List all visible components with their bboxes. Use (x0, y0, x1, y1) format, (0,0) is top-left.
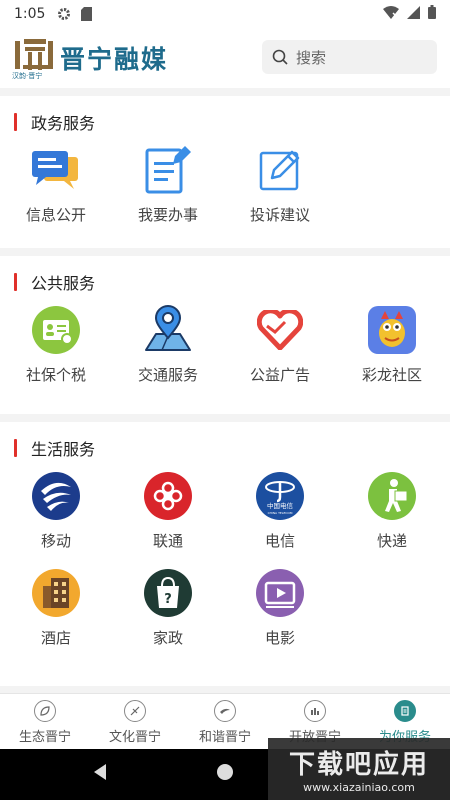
service-hotel[interactable]: 酒店 (0, 567, 112, 648)
china-telecom-icon: 中国电信 CHINA TELECOM (254, 470, 306, 522)
tab-harmony-jinning[interactable]: 和谐晋宁 (180, 694, 270, 749)
service-china-unicom[interactable]: 联通 (112, 470, 224, 551)
status-bar: 1:05 (0, 0, 450, 28)
service-label: 交通服务 (137, 366, 198, 384)
tab-label: 生态晋宁 (18, 730, 71, 745)
section-title-text: 生活服务 (31, 440, 96, 459)
status-time: 1:05 (14, 6, 46, 22)
service-label: 社保个税 (25, 366, 86, 384)
search-icon (272, 49, 288, 65)
social-security-icon (30, 304, 82, 356)
service-info-disclosure[interactable]: 信息公开 (0, 144, 112, 225)
search-box[interactable]: 搜索 (262, 40, 437, 74)
tab-culture-jinning[interactable]: 文化晋宁 (90, 694, 180, 749)
community-icon (366, 304, 418, 356)
watermark-logo: 下载吧应用 www.xiazainiao.com (268, 738, 450, 800)
signal-icon (407, 5, 420, 23)
tab-label: 和谐晋宁 (198, 730, 251, 745)
eco-icon (34, 700, 56, 722)
service-tab-icon (394, 700, 416, 722)
search-placeholder: 搜索 (296, 48, 327, 67)
service-handle-affairs[interactable]: 我要办事 (112, 144, 224, 225)
service-label: 联通 (152, 532, 183, 550)
service-label: 电信 (264, 532, 295, 550)
service-label: 快递 (376, 532, 407, 550)
settings-status-icon (57, 7, 71, 21)
back-button[interactable] (92, 763, 108, 785)
section-bar (14, 439, 17, 457)
app-name: 晋宁融媒 (60, 45, 169, 74)
tab-label: 文化晋宁 (108, 730, 161, 745)
section-bar (14, 273, 17, 291)
service-charity[interactable]: 公益广告 (224, 304, 336, 385)
home-button[interactable] (216, 763, 234, 785)
app-header: 汉韵·晋宁 晋宁融媒 搜索 (0, 28, 450, 88)
hotel-icon (30, 567, 82, 619)
section-title-text: 公共服务 (31, 274, 96, 293)
section-government-services: 政务服务 信息公开 我要办事 投诉建议 (0, 96, 450, 248)
tab-eco-jinning[interactable]: 生态晋宁 (0, 694, 90, 749)
service-label: 酒店 (40, 629, 71, 647)
watermark-title: 下载吧应用 (288, 750, 429, 780)
culture-icon (124, 700, 146, 722)
service-express[interactable]: 快递 (336, 470, 448, 551)
watermark-url: www.xiazainiao.com (303, 781, 415, 794)
battery-icon (428, 5, 436, 23)
sd-card-icon (81, 7, 93, 21)
service-label: 我要办事 (137, 206, 198, 224)
service-china-telecom[interactable]: 中国电信 CHINA TELECOM 电信 (224, 470, 336, 551)
wifi-icon (383, 5, 399, 23)
service-movie[interactable]: 电影 (224, 567, 336, 648)
china-mobile-icon (30, 470, 82, 522)
logo-mark-icon: 汉韵·晋宁 (12, 37, 56, 80)
service-social-security[interactable]: 社保个税 (0, 304, 112, 385)
logo-subtext: 汉韵·晋宁 (12, 72, 43, 80)
section-title-text: 政务服务 (31, 114, 96, 133)
service-label: 投诉建议 (249, 206, 310, 224)
service-label: 信息公开 (25, 206, 86, 224)
service-china-mobile[interactable]: 移动 (0, 470, 112, 551)
section-life-services: 生活服务 移动 联通 中国电信 CHINA TELECOM 电信 快递 酒店 ?… (0, 422, 450, 686)
info-disclosure-icon (30, 144, 82, 196)
service-label: 家政 (152, 629, 183, 647)
complaint-icon (254, 144, 306, 196)
svg-text:?: ? (164, 592, 172, 607)
service-label: 移动 (40, 532, 71, 550)
service-traffic[interactable]: 交通服务 (112, 304, 224, 385)
telecom-logo-en: CHINA TELECOM (268, 511, 293, 515)
section-title: 政务服务 (14, 110, 450, 134)
section-title: 公共服务 (14, 270, 450, 294)
service-housekeeping[interactable]: ? 家政 (112, 567, 224, 648)
section-bar (14, 113, 17, 131)
movie-icon (254, 567, 306, 619)
app-logo: 汉韵·晋宁 晋宁融媒 (12, 37, 169, 80)
section-title: 生活服务 (14, 436, 450, 460)
handle-affairs-icon (142, 144, 194, 196)
express-icon (366, 470, 418, 522)
china-unicom-icon (142, 470, 194, 522)
open-icon (304, 700, 326, 722)
section-public-services: 公共服务 社保个税 交通服务 公益广告 彩龙社区 (0, 256, 450, 414)
charity-icon (254, 304, 306, 356)
service-community[interactable]: 彩龙社区 (336, 304, 448, 385)
service-label: 彩龙社区 (361, 366, 422, 384)
service-label: 公益广告 (249, 366, 310, 384)
telecom-logo-cn: 中国电信 (267, 501, 294, 510)
service-label: 电影 (264, 629, 295, 647)
harmony-icon (214, 700, 236, 722)
housekeeping-icon: ? (142, 567, 194, 619)
traffic-icon (142, 304, 194, 356)
service-complaint[interactable]: 投诉建议 (224, 144, 336, 225)
